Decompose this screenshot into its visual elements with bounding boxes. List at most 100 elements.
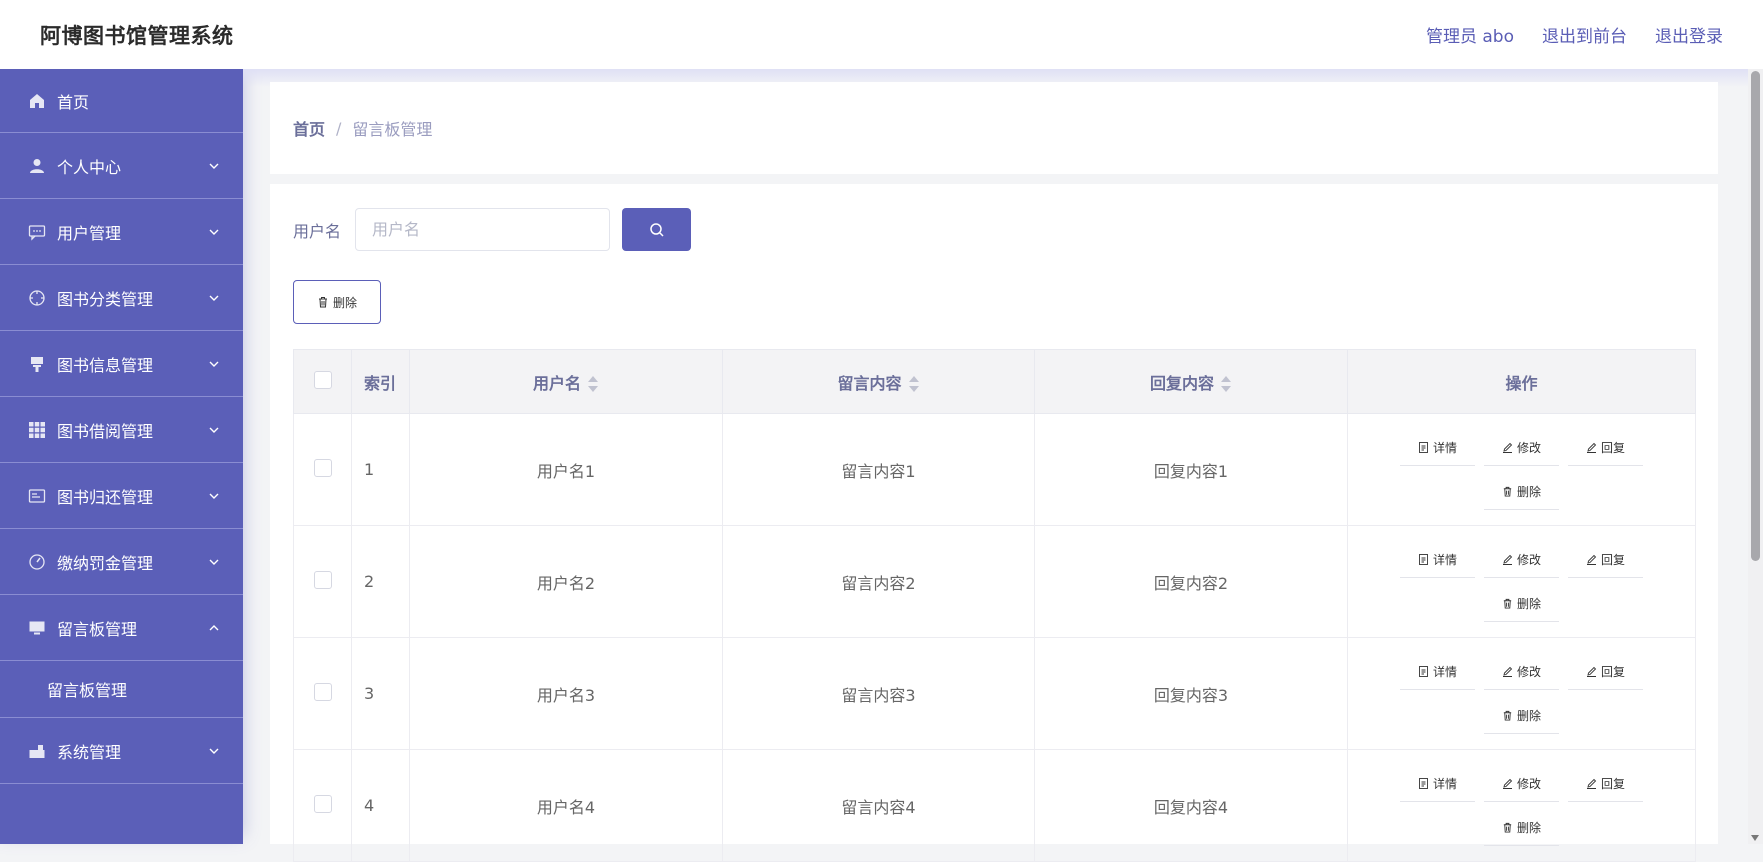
detail-button[interactable]: 详情 <box>1400 766 1475 802</box>
row-username: 用户名4 <box>409 749 723 862</box>
edit-button[interactable]: 修改 <box>1484 430 1559 466</box>
sort-icon[interactable] <box>587 375 599 393</box>
reply-button[interactable]: 回复 <box>1568 766 1643 802</box>
row-reply: 回复内容4 <box>1034 749 1348 862</box>
pencil-icon <box>1502 666 1513 677</box>
delete-button[interactable]: 删除 <box>1484 698 1559 734</box>
row-username: 用户名3 <box>409 637 723 750</box>
scroll-thumb[interactable] <box>1751 71 1760 561</box>
sidebar-item-system-management[interactable]: 系统管理 <box>0 718 243 784</box>
reply-button[interactable]: 回复 <box>1568 654 1643 690</box>
sidebar-item-personal-center[interactable]: 个人中心 <box>0 133 243 199</box>
exit-to-front-link[interactable]: 退出到前台 <box>1542 22 1627 47</box>
column-header-username[interactable]: 用户名 <box>409 349 723 414</box>
row-username: 用户名2 <box>409 525 723 638</box>
sort-icon[interactable] <box>1220 375 1232 393</box>
select-all-checkbox[interactable] <box>313 370 332 389</box>
row-index: 2 <box>351 525 410 638</box>
row-index: 1 <box>351 413 410 526</box>
row-checkbox[interactable] <box>313 570 332 589</box>
document-icon <box>1419 665 1428 677</box>
chevron-down-icon <box>209 559 219 565</box>
sidebar-item-fine-payment[interactable]: 缴纳罚金管理 <box>0 529 243 595</box>
username-search-input[interactable] <box>355 208 611 251</box>
edit-button[interactable]: 修改 <box>1484 542 1559 578</box>
edit-button[interactable]: 修改 <box>1484 654 1559 690</box>
pencil-icon <box>1586 666 1597 677</box>
pencil-icon <box>1502 442 1513 453</box>
sidebar-item-home[interactable]: 首页 <box>0 69 243 133</box>
compass-icon <box>27 288 47 308</box>
row-content: 留言内容4 <box>722 749 1035 862</box>
table-row: 4 用户名4 留言内容4 回复内容4 详情 修改 回复 删除 <box>293 749 1696 862</box>
row-action-group: 详情 修改 回复 删除 <box>1392 766 1652 846</box>
trash-icon <box>1503 486 1512 497</box>
column-header-reply[interactable]: 回复内容 <box>1034 349 1348 414</box>
detail-button[interactable]: 详情 <box>1400 542 1475 578</box>
column-header-content[interactable]: 留言内容 <box>722 349 1035 414</box>
sidebar-item-message-board[interactable]: 留言板管理 <box>0 595 243 661</box>
table-row: 2 用户名2 留言内容2 回复内容2 详情 修改 回复 删除 <box>293 525 1696 638</box>
sidebar-item-book-info[interactable]: 图书信息管理 <box>0 331 243 397</box>
batch-delete-button[interactable]: 删除 <box>293 280 381 324</box>
detail-button[interactable]: 详情 <box>1400 430 1475 466</box>
row-content: 留言内容1 <box>722 413 1035 526</box>
delete-button[interactable]: 删除 <box>1484 810 1559 846</box>
detail-label: 详情 <box>1432 552 1457 567</box>
logout-link[interactable]: 退出登录 <box>1655 22 1723 47</box>
chevron-down-icon <box>209 748 219 754</box>
edit-button[interactable]: 修改 <box>1484 766 1559 802</box>
column-header-username-label: 用户名 <box>532 373 581 393</box>
row-index: 4 <box>351 749 410 862</box>
delete-label: 删除 <box>1516 596 1541 611</box>
row-checkbox[interactable] <box>313 458 332 477</box>
batch-delete-label: 删除 <box>332 295 357 310</box>
row-action-group: 详情 修改 回复删除 <box>1392 430 1652 510</box>
row-username: 用户名1 <box>409 413 723 526</box>
sidebar-subitem-message-board[interactable]: 留言板管理 <box>0 661 243 718</box>
top-bar: 阿博图书馆管理系统 管理员 abo 退出到前台 退出登录 <box>0 0 1763 69</box>
sidebar-item-book-return[interactable]: 图书归还管理 <box>0 463 243 529</box>
sort-icon[interactable] <box>908 375 920 393</box>
trash-icon <box>1503 598 1512 609</box>
breadcrumb-home[interactable]: 首页 <box>293 116 325 140</box>
reply-label: 回复 <box>1600 440 1625 455</box>
home-icon <box>27 91 47 111</box>
chevron-down-icon <box>209 427 219 433</box>
sidebar-item-book-borrow[interactable]: 图书借阅管理 <box>0 397 243 463</box>
reply-label: 回复 <box>1600 664 1625 679</box>
sidebar: 首页 个人中心 用户管理 图书分类管理 图书信息管理 图书借阅管理 图书归还管理… <box>0 69 243 844</box>
column-header-reply-label: 回复内容 <box>1149 373 1214 393</box>
row-reply: 回复内容1 <box>1034 413 1348 526</box>
breadcrumb: 首页 / 留言板管理 <box>270 82 1718 174</box>
row-actions: 详情 修改 回复删除 <box>1347 637 1696 750</box>
row-checkbox[interactable] <box>313 682 332 701</box>
chevron-up-icon <box>209 624 219 630</box>
message-icon <box>27 222 47 242</box>
column-header-content-label: 留言内容 <box>837 373 902 393</box>
message-table: 索引 用户名 留言内容 回复内容 操作 1 用户名1 留言内容1 回复内容1 详情 修改回… <box>293 349 1696 862</box>
row-checkbox[interactable] <box>313 794 332 813</box>
page-scrollbar[interactable] <box>1748 69 1763 844</box>
sidebar-item-book-category[interactable]: 图书分类管理 <box>0 265 243 331</box>
delete-button[interactable]: 删除 <box>1484 586 1559 622</box>
row-index: 3 <box>351 637 410 750</box>
sidebar-item-user-management[interactable]: 用户管理 <box>0 199 243 265</box>
reply-button[interactable]: 回复 <box>1568 542 1643 578</box>
sidebar-item-label: 首页 <box>57 92 90 112</box>
scroll-down-arrow-icon[interactable] <box>1751 835 1759 841</box>
admin-user-link[interactable]: 管理员 abo <box>1426 22 1514 47</box>
row-select-cell <box>293 749 352 862</box>
reply-button[interactable]: 回复 <box>1568 430 1643 466</box>
edit-label: 修改 <box>1516 776 1541 791</box>
search-button[interactable] <box>622 208 692 251</box>
sidebar-item-label: 图书借阅管理 <box>57 421 154 441</box>
breadcrumb-separator: / <box>336 118 342 138</box>
delete-button[interactable]: 删除 <box>1484 474 1559 510</box>
pencil-icon <box>1502 778 1513 789</box>
row-content: 留言内容2 <box>722 525 1035 638</box>
sidebar-item-label: 缴纳罚金管理 <box>57 553 154 573</box>
top-actions: 管理员 abo 退出到前台 退出登录 <box>1426 22 1723 47</box>
trash-icon <box>318 297 327 308</box>
detail-button[interactable]: 详情 <box>1400 654 1475 690</box>
